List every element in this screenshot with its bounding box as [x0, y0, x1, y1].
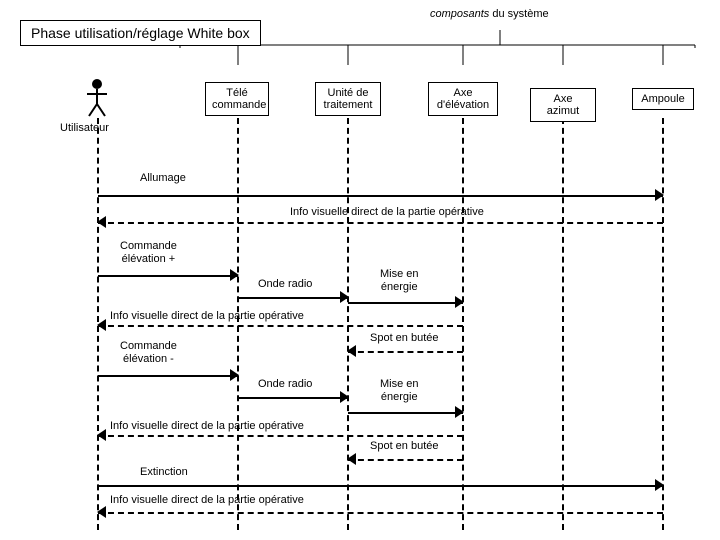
lifeline-label: Ampoule: [641, 93, 684, 105]
diagram-title: Phase utilisation/réglage White box: [20, 20, 261, 46]
msg-info-visuelle-1-label: Info visuelle direct de la partie opérat…: [290, 206, 484, 219]
lifeline-axe-azimut: Axe azimut: [530, 88, 596, 122]
msg-info-visuelle-2-label: Info visuelle direct de la partie opérat…: [110, 310, 304, 323]
msg-extinction: [98, 478, 663, 492]
msg-onde-radio-1: [238, 290, 348, 304]
lifeline-axe-elevation: Axe d'élévation: [428, 82, 498, 116]
components-label-rest: du système: [489, 8, 548, 20]
msg-onde-radio-2: [238, 390, 348, 404]
actor-icon: [85, 78, 109, 118]
msg-info-visuelle-3-label: Info visuelle direct de la partie opérat…: [110, 420, 304, 433]
msg-allumage-label: Allumage: [140, 172, 186, 185]
msg-info-visuelle-4-label: Info visuelle direct de la partie opérat…: [110, 494, 304, 507]
msg-mise-energie-2-label: Mise en énergie: [380, 378, 419, 403]
components-label: composants du système: [430, 8, 549, 20]
msg-mise-energie-1: [348, 295, 463, 309]
actor-label: Utilisateur: [60, 122, 109, 134]
msg-extinction-label: Extinction: [140, 466, 188, 479]
lifeline-line-amp: [662, 118, 664, 530]
lifeline-label: Axe azimut: [547, 93, 579, 117]
msg-spot-butee-1-label: Spot en butée: [370, 332, 439, 345]
msg-onde-radio-2-label: Onde radio: [258, 378, 312, 391]
msg-onde-radio-1-label: Onde radio: [258, 278, 312, 291]
msg-spot-butee-2: [348, 452, 463, 466]
lifeline-telecommande: Télé commande: [205, 82, 269, 116]
msg-allumage: [98, 188, 663, 202]
msg-cmd-elev-plus: [98, 268, 238, 282]
lifeline-ampoule: Ampoule: [632, 88, 694, 110]
msg-cmd-elev-plus-label: Commande élévation +: [120, 240, 177, 265]
msg-spot-butee-1: [348, 344, 463, 358]
lifeline-label: Axe d'élévation: [437, 87, 489, 111]
lifeline-label: Unité de traitement: [324, 87, 373, 111]
msg-spot-butee-2-label: Spot en butée: [370, 440, 439, 453]
lifeline-label: Télé commande: [212, 87, 266, 111]
lifeline-unite-traitement: Unité de traitement: [315, 82, 381, 116]
msg-mise-energie-1-label: Mise en énergie: [380, 268, 419, 293]
msg-cmd-elev-moins-label: Commande élévation -: [120, 340, 177, 365]
msg-mise-energie-2: [348, 405, 463, 419]
components-label-italic: composants: [430, 8, 489, 20]
msg-info-visuelle-4: [98, 505, 663, 519]
lifeline-line-azim: [562, 118, 564, 530]
msg-cmd-elev-moins: [98, 368, 238, 382]
